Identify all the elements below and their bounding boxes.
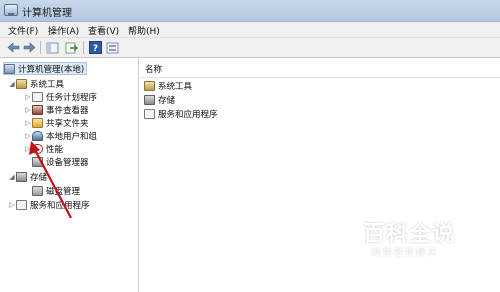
disk-icon <box>32 185 43 196</box>
expanded-arrow-icon[interactable]: ◢ <box>8 80 16 88</box>
up-icon[interactable] <box>45 40 60 55</box>
tree-item-label: 事件查看器 <box>46 105 89 116</box>
toolbar-separator <box>40 41 41 54</box>
menu-help[interactable]: 帮助(H) <box>128 24 160 37</box>
services-icon <box>16 199 27 210</box>
list-item-storage[interactable]: 存储 <box>144 93 175 106</box>
column-header-name[interactable]: 名称 <box>140 58 500 78</box>
collapsed-arrow-icon[interactable]: ▷ <box>24 132 32 140</box>
services-icon <box>144 108 155 119</box>
collapsed-arrow-icon[interactable]: ▷ <box>24 119 32 127</box>
list-item-system-tools[interactable]: 系统工具 <box>144 79 192 92</box>
tree-item-storage[interactable]: ◢ 存储 <box>8 170 47 183</box>
tree-item-label: 设备管理器 <box>46 157 89 168</box>
tree-item-label: 系统工具 <box>30 79 65 90</box>
menu-action[interactable]: 操作(A) <box>48 24 79 37</box>
tree-item-label: 共享文件夹 <box>46 118 89 129</box>
collapsed-arrow-icon[interactable]: ▷ <box>24 106 32 114</box>
tree-item-task-scheduler[interactable]: ▷ 任务计划程序 <box>24 90 97 103</box>
collapsed-arrow-icon[interactable]: ▷ <box>8 201 16 209</box>
tree-item-label: 本地用户和组 <box>46 131 98 142</box>
tree-item-performance[interactable]: ▷ 性能 <box>24 142 63 155</box>
list-item-label: 服务和应用程序 <box>158 109 218 120</box>
tree-item-label: 计算机管理(本地) <box>18 64 85 75</box>
collapsed-arrow-icon[interactable]: ▷ <box>24 145 32 153</box>
computer-management-icon <box>4 4 18 16</box>
tree-item-label: 存储 <box>30 172 48 183</box>
device-manager-icon <box>32 156 43 167</box>
task-scheduler-icon <box>32 91 43 102</box>
column-header-label: 名称 <box>145 65 163 75</box>
collapsed-arrow-icon[interactable]: ▷ <box>24 93 32 101</box>
details-pane: 名称 系统工具 存储 服务和应用程序 <box>140 58 500 292</box>
tree-item-label: 性能 <box>46 144 64 155</box>
properties-icon[interactable] <box>105 40 120 55</box>
toolbar: ? <box>0 38 500 58</box>
watermark-subtitle: 助你轻松解决 <box>372 248 439 258</box>
tree-item-label: 服务和应用程序 <box>30 200 90 211</box>
tree-item-event-viewer[interactable]: ▷ 事件查看器 <box>24 103 89 116</box>
tree-item-shared-folders[interactable]: ▷ 共享文件夹 <box>24 116 89 129</box>
watermark-title: 百科全说 <box>363 222 456 247</box>
expanded-arrow-icon[interactable]: ◢ <box>8 173 16 181</box>
users-icon <box>32 130 43 141</box>
event-viewer-icon <box>32 104 43 115</box>
window-title: 计算机管理 <box>22 8 72 19</box>
title-bar: 计算机管理 <box>0 0 500 22</box>
help-icon[interactable]: ? <box>88 40 103 55</box>
forward-icon[interactable] <box>22 40 37 55</box>
svg-text:?: ? <box>93 44 98 54</box>
tree-item-disk-management[interactable]: 磁盘管理 <box>32 184 80 197</box>
list-item-services-apps[interactable]: 服务和应用程序 <box>144 107 218 120</box>
back-icon[interactable] <box>6 40 21 55</box>
menu-bar: 文件(F) 操作(A) 查看(V) 帮助(H) <box>0 22 500 38</box>
tree-item-label: 磁盘管理 <box>46 186 81 197</box>
toolbar-separator <box>83 41 84 54</box>
export-icon[interactable] <box>64 40 79 55</box>
list-item-label: 存储 <box>158 95 176 106</box>
computer-management-icon <box>4 63 15 74</box>
storage-icon <box>16 171 27 182</box>
tools-icon <box>144 80 155 91</box>
folder-icon <box>32 117 43 128</box>
storage-icon <box>144 94 155 105</box>
tree-item-system-tools[interactable]: ◢ 系统工具 <box>8 77 64 90</box>
console-tree: 计算机管理(本地) ◢ 系统工具 ▷ 任务计划程序 ▷ 事件查看器 ▷ 共享文件… <box>0 58 139 292</box>
tree-item-services-apps[interactable]: ▷ 服务和应用程序 <box>8 198 90 211</box>
performance-icon <box>32 143 43 154</box>
tree-item-label: 任务计划程序 <box>46 92 98 103</box>
list-item-label: 系统工具 <box>158 81 193 92</box>
tools-icon <box>16 78 27 89</box>
menu-file[interactable]: 文件(F) <box>8 24 38 37</box>
tree-item-device-manager[interactable]: 设备管理器 <box>32 155 89 168</box>
menu-view[interactable]: 查看(V) <box>88 24 119 37</box>
tree-item-local-users[interactable]: ▷ 本地用户和组 <box>24 129 97 142</box>
tree-item-computer-management[interactable]: 计算机管理(本地) <box>3 62 88 75</box>
